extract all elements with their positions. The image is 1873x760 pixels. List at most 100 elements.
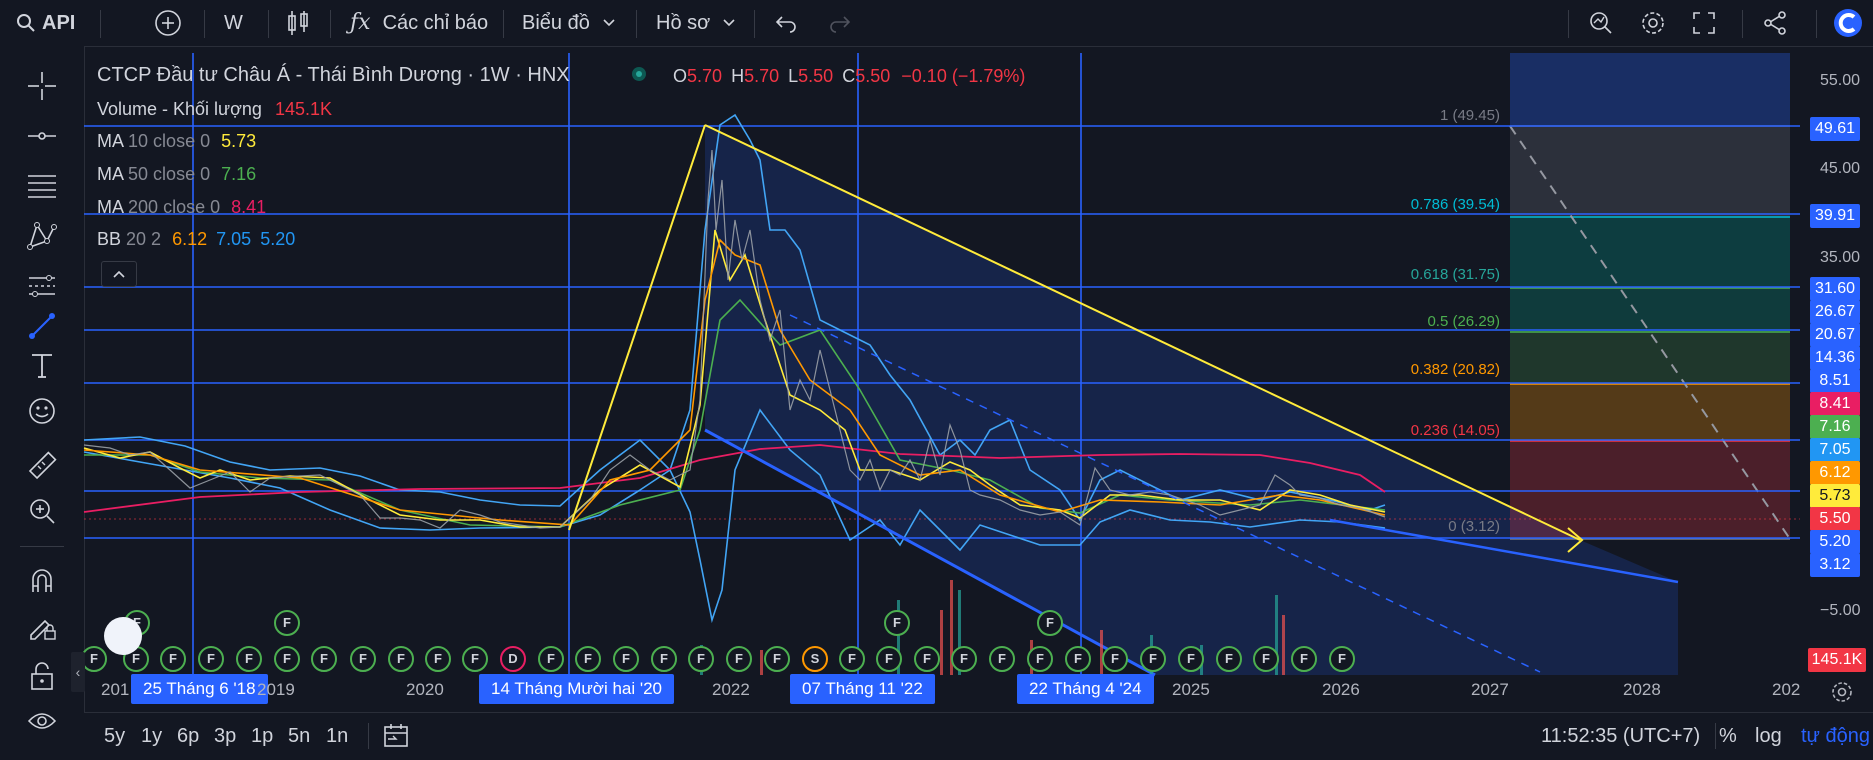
price-tick: 55.00 [1820,72,1861,89]
percent-toggle[interactable]: % [1719,725,1737,748]
earnings-marker[interactable]: F [1140,646,1166,672]
tradingview-logo[interactable] [104,617,142,655]
earnings-marker[interactable]: F [989,646,1015,672]
earnings-marker[interactable]: F [764,646,790,672]
ma10-price-label: 5.73 [1810,484,1860,508]
earnings-marker[interactable]: F [876,646,902,672]
ma200-value: 8.41 [231,197,267,217]
x-tick: 2027 [1471,680,1509,699]
earnings-marker[interactable]: F [311,646,337,672]
x-tick: 202 [1772,680,1801,699]
ma50-label: MA [97,164,124,184]
earnings-marker[interactable]: F [839,646,865,672]
earnings-marker[interactable]: F [1329,646,1355,672]
ma50-value: 7.16 [221,164,257,184]
range-3m-button[interactable]: 3p [214,725,236,748]
market-status-core [636,71,642,77]
earnings-marker[interactable]: F [951,646,977,672]
dividend-marker[interactable]: D [500,646,526,672]
earnings-marker[interactable]: F [1102,646,1128,672]
price-label: 39.91 [1810,204,1860,228]
ma200-legend[interactable]: MA 200 close 0 8.41 [97,197,266,218]
open-value: 5.70 [687,66,723,86]
bb-label: BB [97,229,122,249]
open-label: O [673,66,688,86]
time-label-highlight: 22 Tháng 4 '24 [1017,674,1154,704]
volume-price-label: 145.1K [1808,648,1866,672]
x-tick: 2019 [257,680,295,699]
earnings-marker[interactable]: F [1253,646,1279,672]
range-5y-button[interactable]: 5y [104,725,125,748]
x-tick: 2025 [1172,680,1210,699]
ma50-legend[interactable]: MA 50 close 0 7.16 [97,164,256,185]
price-label: 3.12 [1810,553,1860,577]
price-label: 26.67 [1810,300,1860,324]
scroll-left-handle[interactable]: ‹ [71,652,85,692]
fib-label-5: 0.5 (26.29) [1427,313,1500,330]
earnings-marker[interactable]: F [388,646,414,672]
earnings-marker[interactable]: F [613,646,639,672]
earnings-marker[interactable]: F [350,646,376,672]
earnings-marker[interactable]: F [1178,646,1204,672]
earnings-marker[interactable]: F [1037,610,1063,636]
close-value: 5.50 [855,66,891,86]
range-1y-button[interactable]: 1y [141,725,162,748]
goto-date-button[interactable] [382,723,410,754]
collapse-legend-button[interactable] [101,261,137,287]
ma200-price-label: 8.41 [1810,392,1860,416]
volume-label: Volume - Khối lượng [97,99,262,119]
time-axis-settings-button[interactable] [1830,680,1854,709]
earnings-marker[interactable]: F [198,646,224,672]
time-label-highlight: 07 Tháng 11 '22 [790,674,935,704]
ohlc-values: O5.70 H5.70 L5.50 C5.50 −0.10 (−1.79%) [673,66,1025,87]
bottom-toolbar: 5y 1y 6p 3p 1p 5n 1n 11:52:35 (UTC+7) % … [84,712,1873,760]
earnings-marker[interactable]: F [1216,646,1242,672]
fib-label-382: 0.382 (20.82) [1410,361,1500,378]
earnings-marker[interactable]: F [1027,646,1053,672]
ma200-label: MA [97,197,124,217]
earnings-marker[interactable]: F [160,646,186,672]
range-6m-button[interactable]: 6p [177,725,199,748]
price-tick: 35.00 [1820,249,1861,266]
earnings-marker[interactable]: F [425,646,451,672]
ma10-legend[interactable]: MA 10 close 0 5.73 [97,131,256,152]
split-marker[interactable]: S [802,646,828,672]
earnings-marker[interactable]: F [575,646,601,672]
high-label: H [731,66,745,86]
earnings-marker[interactable]: F [462,646,488,672]
price-label: 14.36 [1810,346,1860,370]
earnings-marker[interactable]: F [884,610,910,636]
earnings-marker[interactable]: F [236,646,262,672]
last-price-label: 5.50 [1810,507,1860,531]
high-value: 5.70 [744,66,780,86]
earnings-marker[interactable]: F [274,610,300,636]
symbol-title[interactable]: CTCP Đầu tư Châu Á - Thái Bình Dương · 1… [97,64,570,87]
earnings-marker[interactable]: F [1291,646,1317,672]
ma10-value: 5.73 [221,131,257,151]
ma10-params: 10 close 0 [128,131,211,151]
earnings-marker[interactable]: F [274,646,300,672]
bb-legend[interactable]: BB 20 2 6.12 7.05 5.20 [97,229,295,250]
auto-scale-toggle[interactable]: tự động [1801,725,1870,748]
range-5d-button[interactable]: 5n [288,725,310,748]
x-tick: 2028 [1623,680,1661,699]
fib-label-1: 1 (49.45) [1439,107,1500,124]
earnings-marker[interactable]: F [651,646,677,672]
volume-legend[interactable]: Volume - Khối lượng 145.1K [97,99,332,120]
ma50-params: 50 close 0 [128,164,211,184]
earnings-marker[interactable]: F [538,646,564,672]
range-1d-button[interactable]: 1n [326,725,348,748]
price-tick: −5.00 [1820,602,1861,619]
earnings-marker[interactable]: F [1065,646,1091,672]
ma50-price-label: 7.16 [1810,415,1860,439]
earnings-marker[interactable]: F [726,646,752,672]
earnings-marker[interactable]: F [688,646,714,672]
clock-timezone[interactable]: 11:52:35 (UTC+7) [1541,725,1700,748]
change-value: −0.10 (−1.79%) [901,66,1026,86]
ma200-params: 200 close 0 [128,197,221,217]
fib-label-236: 0.236 (14.05) [1410,422,1500,439]
range-1m-button[interactable]: 1p [251,725,273,748]
earnings-marker[interactable]: F [914,646,940,672]
price-label: 31.60 [1810,277,1860,301]
log-toggle[interactable]: log [1755,725,1782,748]
